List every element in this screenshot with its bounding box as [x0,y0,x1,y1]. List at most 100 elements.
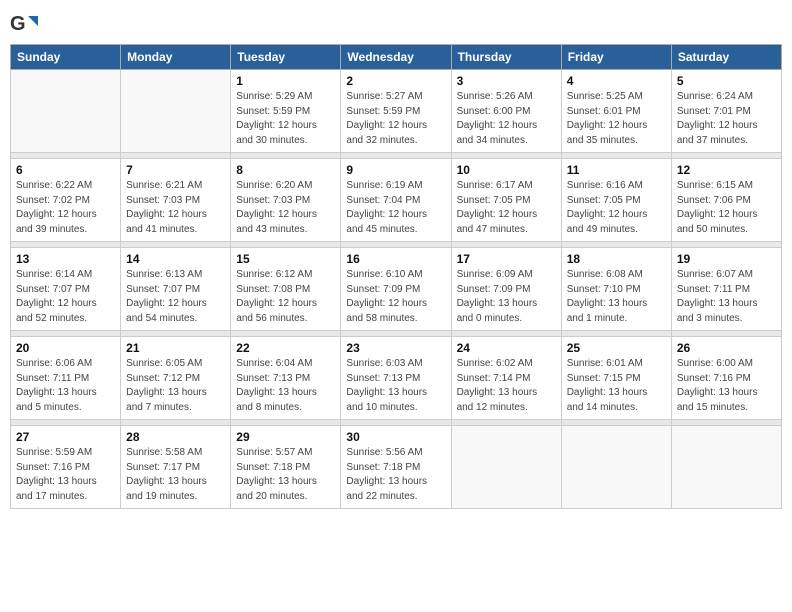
day-info: Sunrise: 6:19 AM Sunset: 7:04 PM Dayligh… [346,179,445,237]
logo-icon: G [10,10,38,38]
page-header: G [10,10,782,38]
week-row-3: 20 Sunrise: 6:06 AM Sunset: 7:11 PM Dayli… [11,337,782,420]
day-number: 20 [16,341,115,355]
calendar-cell: 5 Sunrise: 6:24 AM Sunset: 7:01 PM Daylig… [671,70,781,153]
week-row-2: 13Sunrise: 6:14 AM Sunset: 7:07 PM Dayli… [11,248,782,331]
calendar-cell: 28Sunrise: 5:58 AM Sunset: 7:17 PM Dayli… [121,426,231,509]
day-number: 9 [346,163,445,177]
calendar-cell: 20 Sunrise: 6:06 AM Sunset: 7:11 PM Dayli… [11,337,121,420]
calendar-cell: 23Sunrise: 6:03 AM Sunset: 7:13 PM Dayli… [341,337,451,420]
calendar-cell: 2 Sunrise: 5:27 AM Sunset: 5:59 PM Daylig… [341,70,451,153]
calendar-cell: 6 Sunrise: 6:22 AM Sunset: 7:02 PM Daylig… [11,159,121,242]
day-info: Sunrise: 6:09 AM Sunset: 7:09 PM Dayligh… [457,268,556,326]
day-info: Sunrise: 6:00 AM Sunset: 7:16 PM Dayligh… [677,357,776,415]
day-info: Sunrise: 6:10 AM Sunset: 7:09 PM Dayligh… [346,268,445,326]
calendar-cell: 18Sunrise: 6:08 AM Sunset: 7:10 PM Dayli… [561,248,671,331]
calendar-cell [671,426,781,509]
weekday-friday: Friday [561,45,671,70]
day-number: 17 [457,252,556,266]
day-info: Sunrise: 6:15 AM Sunset: 7:06 PM Dayligh… [677,179,776,237]
day-info: Sunrise: 5:25 AM Sunset: 6:01 PM Dayligh… [567,90,666,148]
week-row-0: 1 Sunrise: 5:29 AM Sunset: 5:59 PM Daylig… [11,70,782,153]
day-number: 23 [346,341,445,355]
day-number: 6 [16,163,115,177]
calendar-cell: 15 Sunrise: 6:12 AM Sunset: 7:08 PM Dayli… [231,248,341,331]
weekday-header-row: SundayMondayTuesdayWednesdayThursdayFrid… [11,45,782,70]
day-number: 25 [567,341,666,355]
day-number: 30 [346,430,445,444]
calendar-cell: 19Sunrise: 6:07 AM Sunset: 7:11 PM Dayli… [671,248,781,331]
weekday-monday: Monday [121,45,231,70]
day-info: Sunrise: 5:29 AM Sunset: 5:59 PM Dayligh… [236,90,335,148]
calendar-cell: 21 Sunrise: 6:05 AM Sunset: 7:12 PM Dayli… [121,337,231,420]
day-number: 3 [457,74,556,88]
day-number: 10 [457,163,556,177]
calendar-cell: 11 Sunrise: 6:16 AM Sunset: 7:05 PM Dayli… [561,159,671,242]
day-info: Sunrise: 6:17 AM Sunset: 7:05 PM Dayligh… [457,179,556,237]
weekday-saturday: Saturday [671,45,781,70]
day-info: Sunrise: 6:08 AM Sunset: 7:10 PM Dayligh… [567,268,666,326]
day-info: Sunrise: 6:20 AM Sunset: 7:03 PM Dayligh… [236,179,335,237]
calendar-cell [561,426,671,509]
day-number: 15 [236,252,335,266]
calendar-cell: 14 Sunrise: 6:13 AM Sunset: 7:07 PM Dayli… [121,248,231,331]
day-info: Sunrise: 5:56 AM Sunset: 7:18 PM Dayligh… [346,446,445,504]
calendar-cell: 12 Sunrise: 6:15 AM Sunset: 7:06 PM Dayli… [671,159,781,242]
calendar-cell: 13Sunrise: 6:14 AM Sunset: 7:07 PM Dayli… [11,248,121,331]
day-info: Sunrise: 6:24 AM Sunset: 7:01 PM Dayligh… [677,90,776,148]
calendar-cell [11,70,121,153]
weekday-tuesday: Tuesday [231,45,341,70]
day-number: 26 [677,341,776,355]
svg-text:G: G [10,13,26,35]
day-number: 1 [236,74,335,88]
calendar-cell: 3Sunrise: 5:26 AM Sunset: 6:00 PM Daylig… [451,70,561,153]
week-row-1: 6 Sunrise: 6:22 AM Sunset: 7:02 PM Daylig… [11,159,782,242]
calendar-cell: 27Sunrise: 5:59 AM Sunset: 7:16 PM Dayli… [11,426,121,509]
calendar-cell: 8Sunrise: 6:20 AM Sunset: 7:03 PM Daylig… [231,159,341,242]
calendar-cell [121,70,231,153]
calendar-cell: 9 Sunrise: 6:19 AM Sunset: 7:04 PM Daylig… [341,159,451,242]
day-info: Sunrise: 5:58 AM Sunset: 7:17 PM Dayligh… [126,446,225,504]
day-number: 12 [677,163,776,177]
day-number: 24 [457,341,556,355]
day-info: Sunrise: 6:02 AM Sunset: 7:14 PM Dayligh… [457,357,556,415]
day-number: 19 [677,252,776,266]
day-info: Sunrise: 6:06 AM Sunset: 7:11 PM Dayligh… [16,357,115,415]
calendar-cell: 25 Sunrise: 6:01 AM Sunset: 7:15 PM Dayli… [561,337,671,420]
calendar-body: 1 Sunrise: 5:29 AM Sunset: 5:59 PM Daylig… [11,70,782,509]
calendar-cell: 4Sunrise: 5:25 AM Sunset: 6:01 PM Daylig… [561,70,671,153]
day-info: Sunrise: 6:21 AM Sunset: 7:03 PM Dayligh… [126,179,225,237]
calendar-cell: 10 Sunrise: 6:17 AM Sunset: 7:05 PM Dayli… [451,159,561,242]
day-number: 14 [126,252,225,266]
day-number: 13 [16,252,115,266]
day-info: Sunrise: 6:04 AM Sunset: 7:13 PM Dayligh… [236,357,335,415]
day-info: Sunrise: 6:05 AM Sunset: 7:12 PM Dayligh… [126,357,225,415]
calendar-cell: 16 Sunrise: 6:10 AM Sunset: 7:09 PM Dayli… [341,248,451,331]
calendar-cell: 26 Sunrise: 6:00 AM Sunset: 7:16 PM Dayli… [671,337,781,420]
day-info: Sunrise: 5:57 AM Sunset: 7:18 PM Dayligh… [236,446,335,504]
day-number: 2 [346,74,445,88]
weekday-thursday: Thursday [451,45,561,70]
calendar-cell: 29Sunrise: 5:57 AM Sunset: 7:18 PM Dayli… [231,426,341,509]
calendar-cell: 1 Sunrise: 5:29 AM Sunset: 5:59 PM Daylig… [231,70,341,153]
calendar-cell: 24 Sunrise: 6:02 AM Sunset: 7:14 PM Dayli… [451,337,561,420]
day-info: Sunrise: 5:59 AM Sunset: 7:16 PM Dayligh… [16,446,115,504]
day-number: 5 [677,74,776,88]
day-number: 16 [346,252,445,266]
day-info: Sunrise: 6:12 AM Sunset: 7:08 PM Dayligh… [236,268,335,326]
day-number: 22 [236,341,335,355]
week-row-4: 27Sunrise: 5:59 AM Sunset: 7:16 PM Dayli… [11,426,782,509]
logo: G [10,10,40,38]
day-number: 11 [567,163,666,177]
day-info: Sunrise: 5:27 AM Sunset: 5:59 PM Dayligh… [346,90,445,148]
day-info: Sunrise: 6:13 AM Sunset: 7:07 PM Dayligh… [126,268,225,326]
day-info: Sunrise: 6:22 AM Sunset: 7:02 PM Dayligh… [16,179,115,237]
day-number: 7 [126,163,225,177]
calendar-cell [451,426,561,509]
calendar-cell: 30 Sunrise: 5:56 AM Sunset: 7:18 PM Dayli… [341,426,451,509]
day-info: Sunrise: 6:01 AM Sunset: 7:15 PM Dayligh… [567,357,666,415]
weekday-wednesday: Wednesday [341,45,451,70]
day-number: 21 [126,341,225,355]
calendar-cell: 7 Sunrise: 6:21 AM Sunset: 7:03 PM Daylig… [121,159,231,242]
day-info: Sunrise: 6:16 AM Sunset: 7:05 PM Dayligh… [567,179,666,237]
